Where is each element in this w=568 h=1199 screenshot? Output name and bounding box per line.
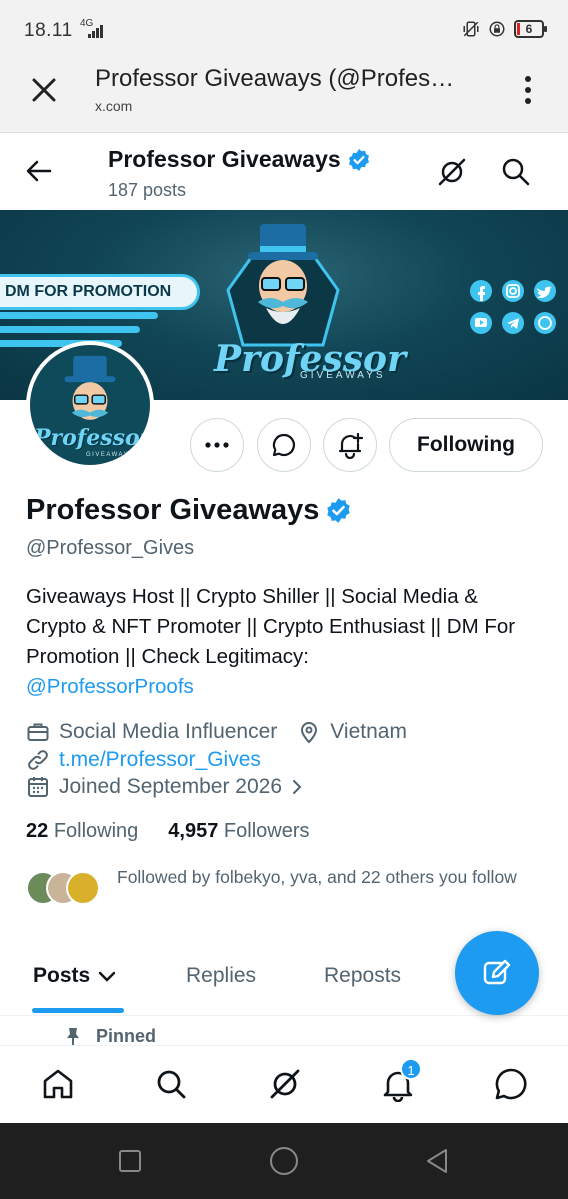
grok-icon[interactable] bbox=[436, 156, 468, 188]
avatar bbox=[66, 871, 100, 905]
profile-top-bar: Professor Giveaways 187 posts bbox=[0, 134, 568, 210]
status-time: 18.11 bbox=[24, 20, 73, 41]
signal-icon bbox=[88, 24, 106, 38]
profile-handle: @Professor_Gives bbox=[26, 537, 195, 559]
chevron-right-icon bbox=[293, 780, 302, 794]
meta-row-category-location: Social Media Influencer Vietnam bbox=[26, 718, 407, 746]
bottom-navigation: 1 bbox=[0, 1045, 568, 1123]
chevron-down-icon bbox=[98, 971, 116, 982]
notifications-toggle-button[interactable] bbox=[323, 418, 377, 472]
profile-avatar[interactable]: Professor GIVEAWAYS bbox=[26, 341, 154, 469]
recents-icon[interactable] bbox=[116, 1147, 144, 1175]
calendar-icon bbox=[28, 777, 48, 797]
followers-stat[interactable]: 4,957 Followers bbox=[168, 820, 309, 843]
tab-posts-label: Posts bbox=[33, 964, 91, 987]
followers-count: 4,957 bbox=[168, 820, 219, 842]
explore-search-icon[interactable] bbox=[153, 1066, 189, 1102]
meta-row-website: t.me/Professor_Gives bbox=[26, 746, 261, 774]
tab-reposts-label: Reposts bbox=[324, 964, 402, 987]
bell-plus-icon bbox=[338, 432, 364, 459]
ellipsis-icon bbox=[205, 442, 229, 448]
following-count: 22 bbox=[26, 820, 49, 842]
back-arrow-icon[interactable] bbox=[24, 156, 54, 186]
profile-category: Social Media Influencer bbox=[59, 720, 278, 743]
android-navigation-bar bbox=[0, 1123, 568, 1199]
pinned-indicator: Pinned bbox=[64, 1026, 156, 1047]
banner-logo-sub: GIVEAWAYS bbox=[300, 370, 386, 381]
social-icons-grid bbox=[470, 280, 556, 334]
verified-badge-icon bbox=[327, 498, 351, 523]
message-bubble-icon bbox=[272, 433, 296, 457]
profile-location: Vietnam bbox=[330, 720, 407, 743]
home-circle-icon[interactable] bbox=[268, 1145, 300, 1177]
search-icon[interactable] bbox=[500, 156, 532, 188]
tab-reposts[interactable]: Reposts bbox=[324, 964, 401, 988]
link-icon bbox=[28, 750, 48, 770]
follow-stats: 22 Following 4,957 Followers bbox=[26, 820, 310, 843]
profile-name-text: Professor Giveaways bbox=[26, 494, 320, 526]
following-label: Following bbox=[53, 820, 139, 842]
status-icons: 6 bbox=[462, 20, 547, 38]
bio-text: Giveaways Host || Crypto Shiller || Soci… bbox=[26, 585, 516, 668]
pin-icon bbox=[67, 1027, 79, 1046]
grok-nav-icon[interactable] bbox=[267, 1066, 303, 1102]
page-title: Professor Giveaways (@Profes… bbox=[95, 65, 455, 92]
vibrate-icon bbox=[463, 21, 479, 37]
profile-website-link[interactable]: t.me/Professor_Gives bbox=[59, 748, 261, 772]
header-name-text: Professor Giveaways bbox=[108, 146, 341, 172]
tab-replies[interactable]: Replies bbox=[186, 964, 256, 988]
tab-posts[interactable]: Posts bbox=[33, 964, 118, 988]
profile-joined: Joined September 2026 bbox=[59, 775, 282, 798]
back-triangle-icon[interactable] bbox=[424, 1147, 452, 1175]
status-bar: 18.11 4G 6 bbox=[0, 0, 568, 60]
profile-bio: Giveaways Host || Crypto Shiller || Soci… bbox=[26, 582, 536, 702]
avatar-logo-sub: GIVEAWAYS bbox=[86, 452, 135, 458]
battery-indicator: 6 bbox=[514, 20, 547, 38]
active-tab-indicator bbox=[32, 1008, 124, 1013]
meta-row-joined[interactable]: Joined September 2026 bbox=[26, 773, 315, 801]
avatar-logo-text: Professor bbox=[34, 425, 152, 451]
briefcase-icon bbox=[27, 723, 49, 741]
mascot-illustration bbox=[226, 224, 340, 347]
message-button[interactable] bbox=[257, 418, 311, 472]
more-options-icon[interactable] bbox=[516, 74, 540, 106]
verified-badge-icon bbox=[348, 148, 369, 171]
followed-by-avatars[interactable] bbox=[26, 871, 100, 907]
compose-post-button[interactable] bbox=[455, 931, 539, 1015]
following-stat[interactable]: 22 Following bbox=[26, 820, 138, 843]
avatar-mascot bbox=[64, 355, 116, 420]
location-pin-icon bbox=[301, 722, 318, 744]
followers-label: Followers bbox=[223, 820, 310, 842]
profile-name: Professor Giveaways bbox=[26, 494, 352, 527]
pinned-label: Pinned bbox=[96, 1026, 157, 1046]
home-icon[interactable] bbox=[40, 1066, 76, 1102]
post-count: 187 posts bbox=[108, 180, 187, 200]
bio-mention-link[interactable]: @ProfessorProofs bbox=[26, 672, 536, 702]
page-url: x.com bbox=[95, 98, 133, 114]
tab-replies-label: Replies bbox=[186, 964, 257, 987]
notification-count-badge: 1 bbox=[400, 1058, 422, 1080]
banner-promo-pill: DM FOR PROMOTION bbox=[0, 274, 200, 310]
header-profile-name: Professor Giveaways bbox=[108, 146, 371, 173]
more-actions-button[interactable] bbox=[190, 418, 244, 472]
messages-icon[interactable] bbox=[493, 1066, 529, 1102]
compose-icon bbox=[483, 959, 511, 985]
close-icon[interactable] bbox=[26, 72, 62, 108]
followed-by-text[interactable]: Followed by folbekyo, yva, and 22 others… bbox=[117, 866, 527, 889]
browser-toolbar: Professor Giveaways (@Profes… x.com bbox=[0, 60, 568, 133]
lock-rotation-icon bbox=[489, 21, 505, 37]
following-button[interactable]: Following bbox=[389, 418, 543, 472]
